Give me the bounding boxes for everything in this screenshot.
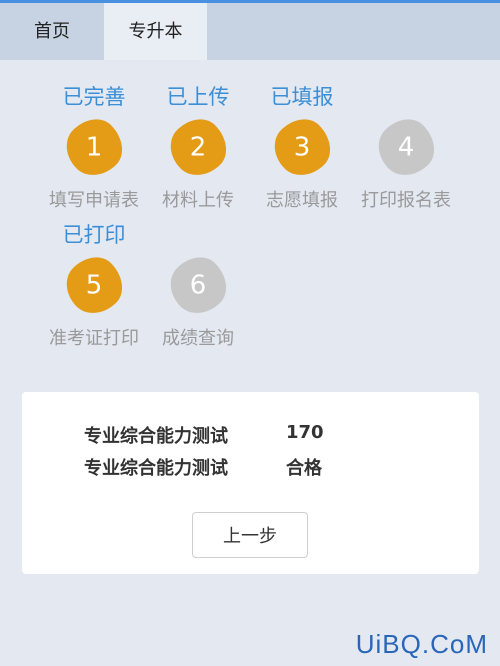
step-print-admission-ticket: 已打印 5 准考证打印 [42, 220, 146, 351]
tab-home[interactable]: 首页 [0, 3, 104, 60]
score-subject: 专业综合能力测试 [84, 426, 228, 447]
step-label: 志愿填报 [266, 190, 338, 211]
step-badge[interactable]: 6 [159, 246, 237, 325]
step-score-query: 6 成绩查询 [146, 220, 250, 351]
step-number: 6 [189, 270, 207, 301]
step-status [354, 82, 458, 112]
watermark: UiBQ.CoM [355, 629, 488, 659]
score-card: 专业综合能力测试 170 专业综合能力测试 合格 上一步 [22, 392, 479, 574]
step-label: 填写申请表 [49, 190, 139, 211]
step-status: 已打印 [62, 223, 126, 247]
step-number: 5 [85, 270, 103, 301]
step-label: 成绩查询 [162, 328, 234, 349]
step-status: 已上传 [166, 85, 230, 109]
score-value: 合格 [286, 458, 322, 479]
step-label: 材料上传 [162, 190, 234, 211]
score-value: 170 [286, 422, 324, 443]
step-badge[interactable]: 5 [55, 246, 133, 325]
step-number: 3 [293, 132, 311, 163]
step-number: 1 [85, 132, 103, 163]
score-subject: 专业综合能力测试 [84, 458, 228, 479]
step-badge[interactable]: 4 [367, 108, 445, 187]
step-badge[interactable]: 3 [263, 108, 341, 187]
step-fill-preferences: 已填报 3 志愿填报 [250, 82, 354, 213]
step-badge[interactable]: 1 [55, 108, 133, 187]
step-number: 4 [397, 132, 415, 163]
step-number: 2 [189, 132, 207, 163]
step-status: 已填报 [270, 85, 334, 109]
step-progress: 已完善 1 填写申请表 已上传 2 材料上传 已填报 3 志愿填报 4 打印报名… [0, 60, 500, 370]
score-row: 专业综合能力测试 合格 [22, 454, 479, 480]
step-label: 打印报名表 [361, 190, 451, 211]
step-upload-materials: 已上传 2 材料上传 [146, 82, 250, 213]
step-status [146, 220, 250, 250]
previous-step-button[interactable]: 上一步 [192, 512, 308, 558]
step-label: 准考证打印 [49, 328, 139, 349]
tab-upgrade[interactable]: 专升本 [104, 3, 207, 60]
step-badge[interactable]: 2 [159, 108, 237, 187]
step-fill-application: 已完善 1 填写申请表 [42, 82, 146, 213]
step-print-registration: 4 打印报名表 [354, 82, 458, 213]
score-row: 专业综合能力测试 170 [22, 422, 479, 448]
step-status: 已完善 [62, 85, 126, 109]
tab-bar: 首页 专升本 [0, 3, 500, 60]
